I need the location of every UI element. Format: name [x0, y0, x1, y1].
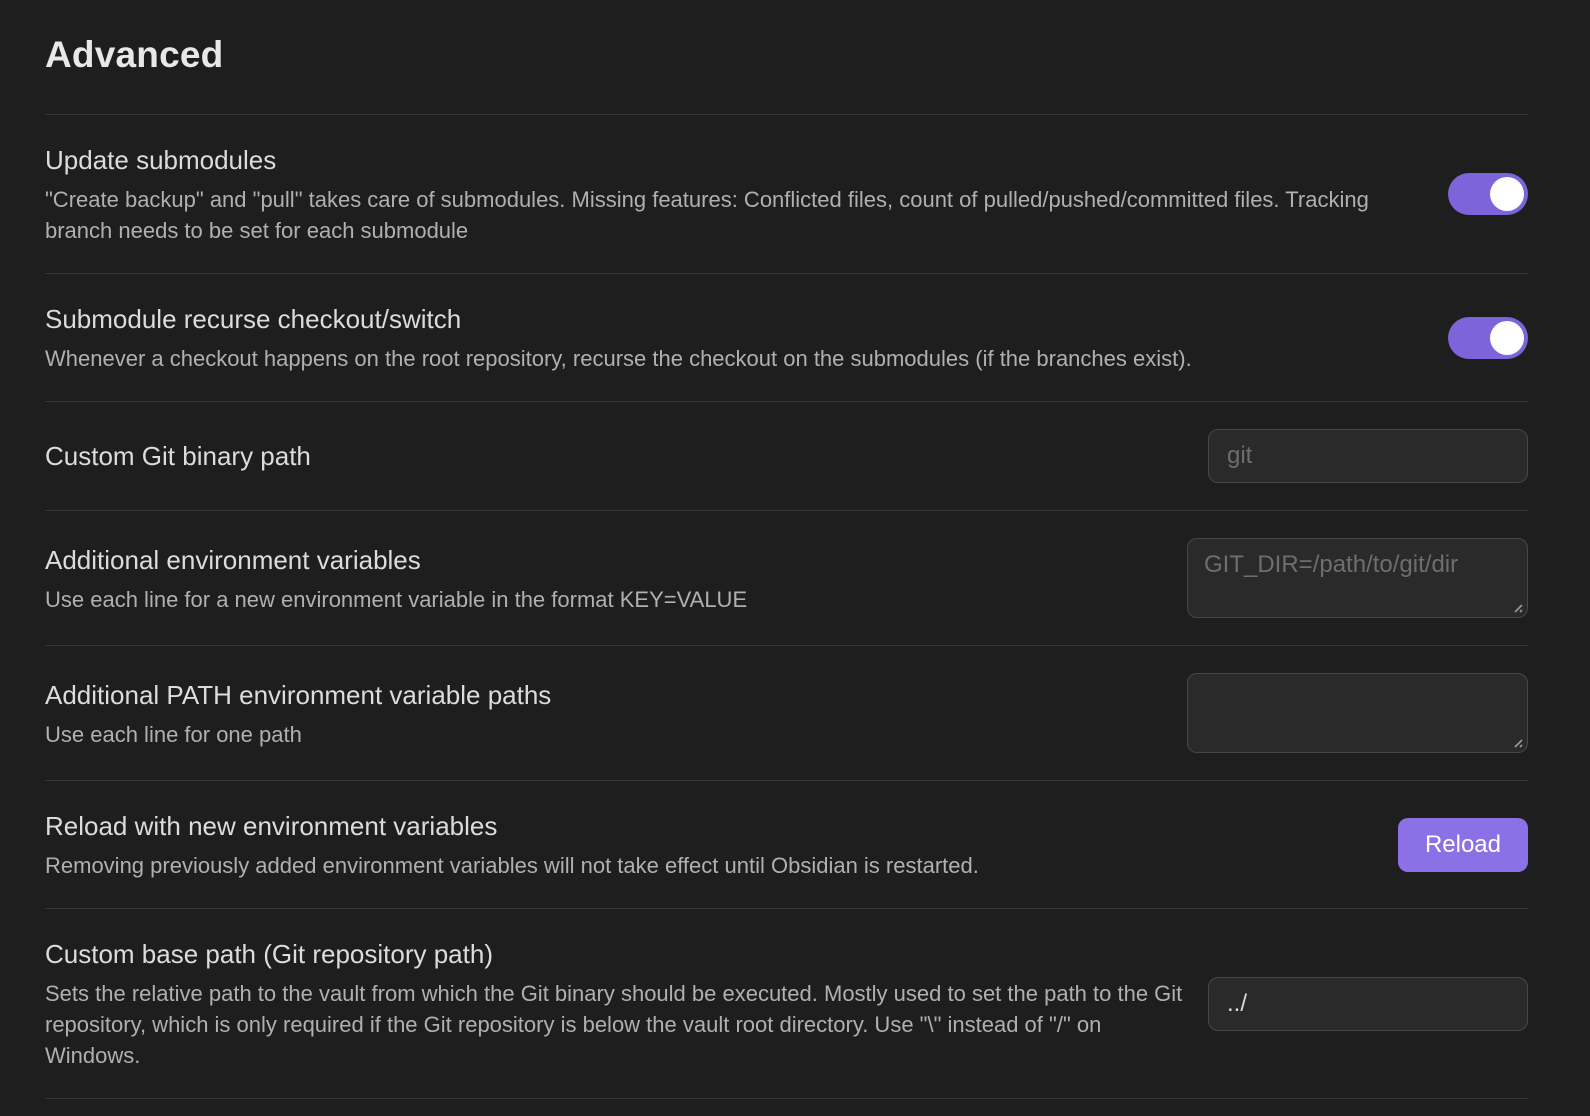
- settings-page: Advanced Update submodules "Create backu…: [0, 0, 1590, 1116]
- page-title: Advanced: [45, 34, 1528, 76]
- setting-info: Additional PATH environment variable pat…: [45, 677, 1165, 750]
- submodule-recurse-toggle[interactable]: [1448, 317, 1528, 359]
- update-submodules-toggle[interactable]: [1448, 173, 1528, 215]
- setting-control: [1208, 429, 1528, 483]
- setting-info: Custom Git binary path: [45, 438, 1186, 474]
- setting-description: Sets the relative path to the vault from…: [45, 978, 1186, 1071]
- setting-description: Removing previously added environment va…: [45, 850, 1376, 881]
- custom-base-path-input[interactable]: [1208, 977, 1528, 1031]
- setting-control: Reload: [1398, 818, 1528, 872]
- toggle-knob: [1490, 321, 1524, 355]
- textarea-wrap: [1187, 538, 1528, 618]
- env-variables-textarea[interactable]: [1187, 538, 1528, 618]
- settings-list: Update submodules "Create backup" and "p…: [45, 114, 1528, 1099]
- setting-control: [1208, 977, 1528, 1031]
- textarea-wrap: [1187, 673, 1528, 753]
- setting-name: Additional PATH environment variable pat…: [45, 677, 1165, 713]
- setting-name: Update submodules: [45, 142, 1426, 178]
- setting-name: Additional environment variables: [45, 542, 1165, 578]
- setting-name: Custom Git binary path: [45, 438, 1186, 474]
- path-env-paths-textarea[interactable]: [1187, 673, 1528, 753]
- setting-additional-path-env-paths: Additional PATH environment variable pat…: [45, 645, 1528, 780]
- setting-control: [1448, 317, 1528, 359]
- setting-reload-env-variables: Reload with new environment variables Re…: [45, 780, 1528, 908]
- setting-info: Update submodules "Create backup" and "p…: [45, 142, 1426, 246]
- setting-info: Custom base path (Git repository path) S…: [45, 936, 1186, 1071]
- setting-name: Submodule recurse checkout/switch: [45, 301, 1426, 337]
- setting-description: "Create backup" and "pull" takes care of…: [45, 184, 1426, 246]
- setting-name: Custom base path (Git repository path): [45, 936, 1186, 972]
- setting-description: Whenever a checkout happens on the root …: [45, 343, 1426, 374]
- setting-control: [1187, 673, 1528, 753]
- resize-handle-icon[interactable]: [1509, 599, 1524, 614]
- setting-name: Reload with new environment variables: [45, 808, 1376, 844]
- setting-custom-git-binary-path: Custom Git binary path: [45, 401, 1528, 510]
- setting-description: Use each line for one path: [45, 719, 1165, 750]
- setting-control: [1187, 538, 1528, 618]
- toggle-knob: [1490, 177, 1524, 211]
- setting-submodule-recurse-checkout: Submodule recurse checkout/switch Whenev…: [45, 273, 1528, 401]
- setting-custom-base-path: Custom base path (Git repository path) S…: [45, 908, 1528, 1099]
- setting-info: Reload with new environment variables Re…: [45, 808, 1376, 881]
- setting-info: Additional environment variables Use eac…: [45, 542, 1165, 615]
- setting-control: [1448, 173, 1528, 215]
- reload-button[interactable]: Reload: [1398, 818, 1528, 872]
- setting-description: Use each line for a new environment vari…: [45, 584, 1165, 615]
- resize-handle-icon[interactable]: [1509, 734, 1524, 749]
- setting-update-submodules: Update submodules "Create backup" and "p…: [45, 114, 1528, 273]
- git-binary-path-input[interactable]: [1208, 429, 1528, 483]
- setting-info: Submodule recurse checkout/switch Whenev…: [45, 301, 1426, 374]
- setting-additional-env-variables: Additional environment variables Use eac…: [45, 510, 1528, 645]
